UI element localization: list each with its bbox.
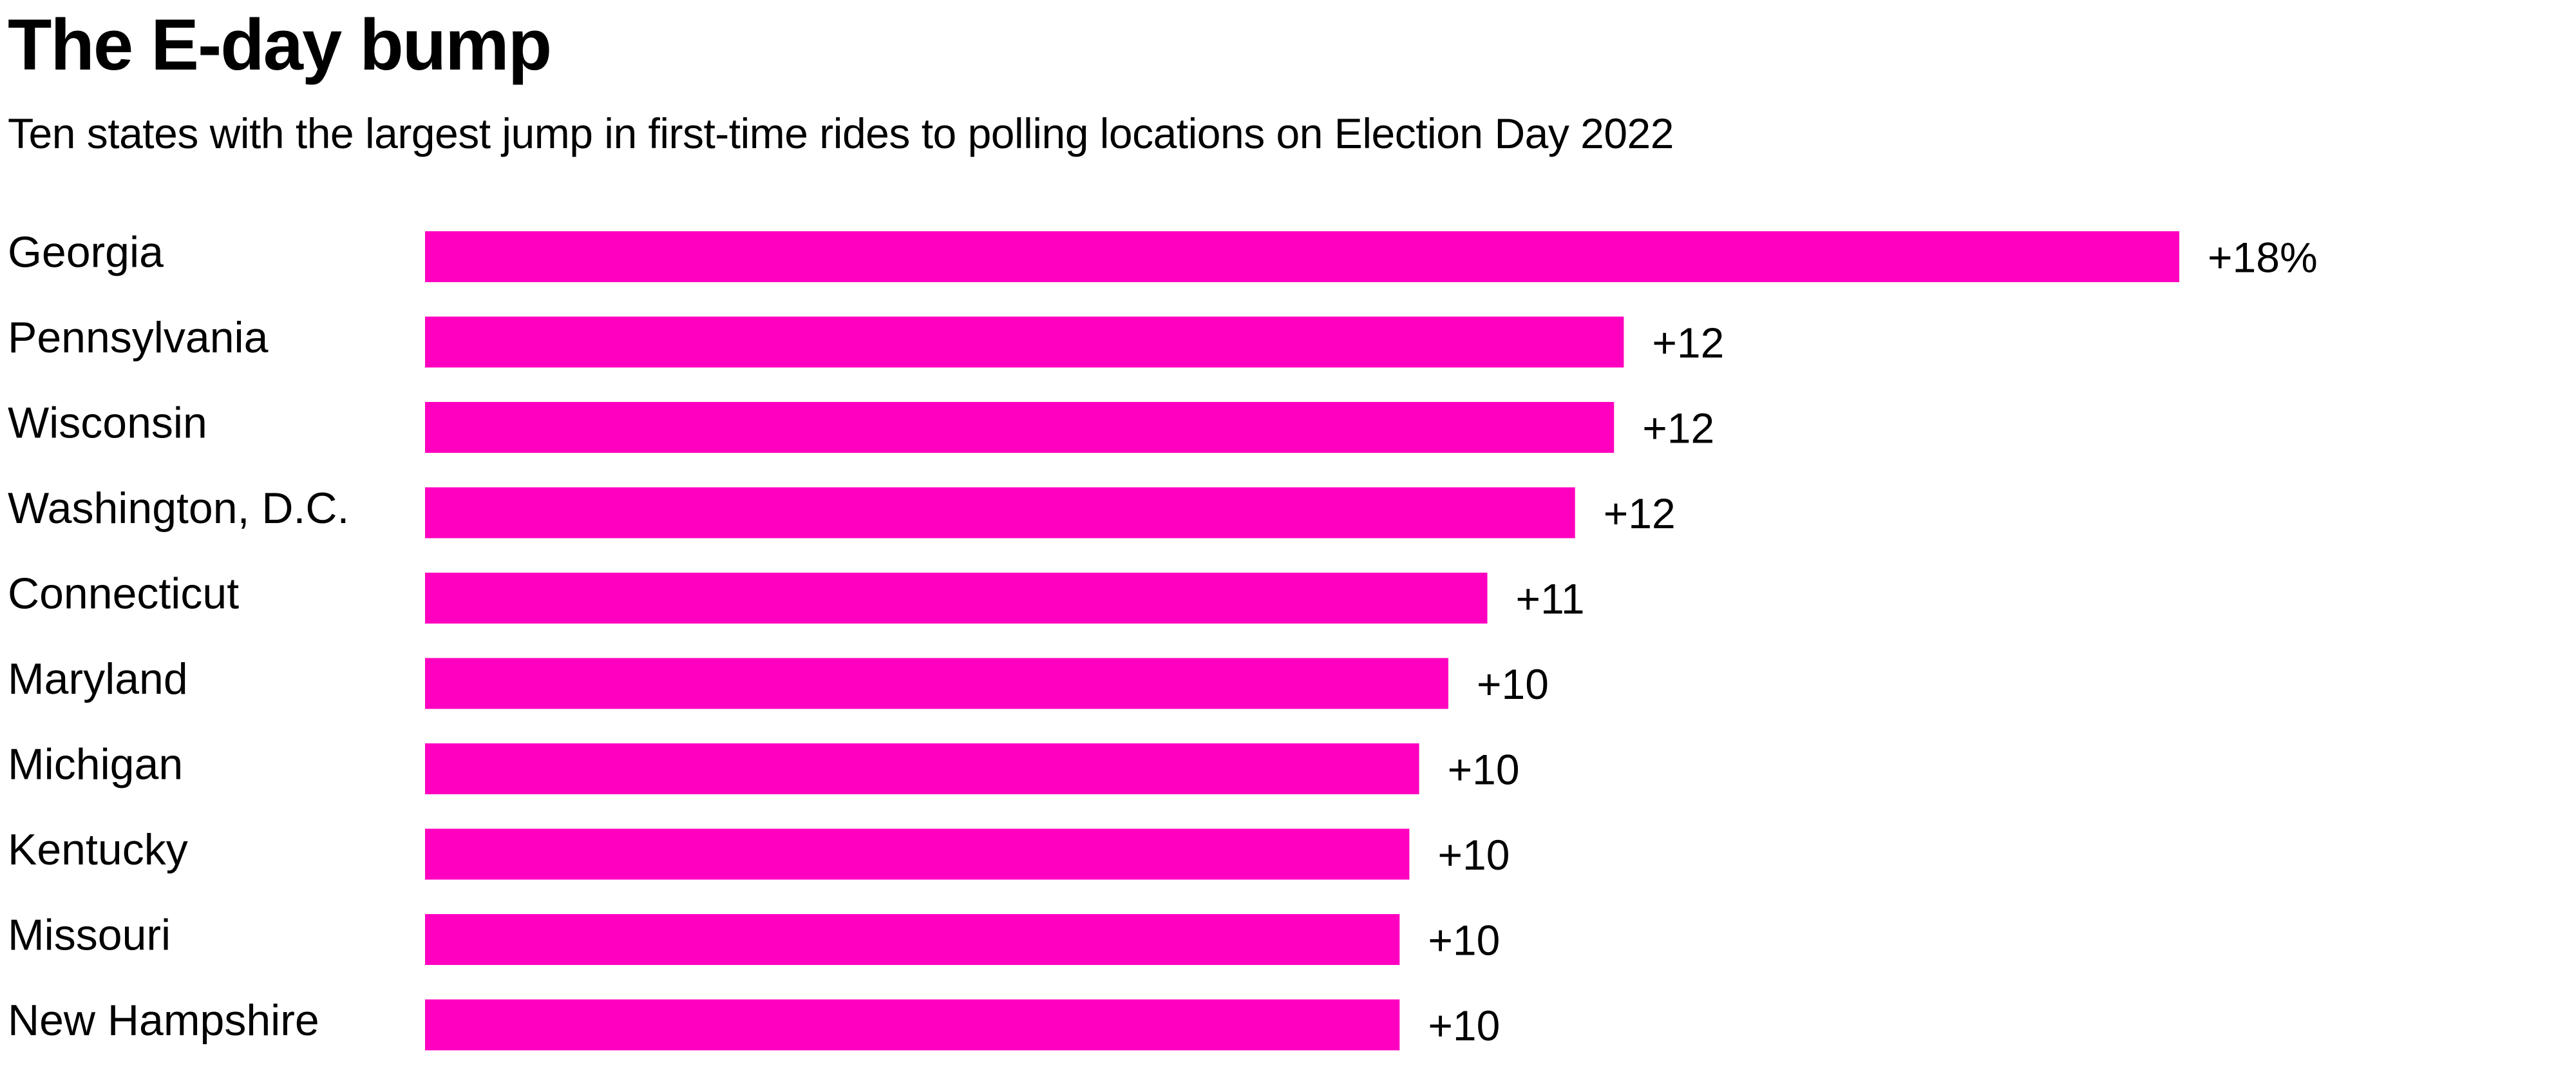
bar (425, 316, 1624, 368)
data-label: +12 (1652, 319, 1724, 367)
category-label: Michigan (8, 740, 183, 789)
bar-row: Missouri +10 (8, 911, 1500, 965)
bar-row: Wisconsin +12 (8, 399, 1714, 453)
category-label: Kentucky (8, 825, 188, 874)
data-label: +12 (1604, 490, 1676, 537)
bar (425, 231, 2179, 282)
bar (425, 487, 1575, 539)
bar (425, 658, 1448, 709)
bar (425, 914, 1400, 965)
bar (425, 402, 1615, 453)
bar-row: Maryland +10 (8, 654, 1549, 709)
data-label: +18% (2208, 234, 2318, 282)
bar-chart: Georgia +18%Pennsylvania +12Wisconsin +12Wa… (8, 228, 2318, 1051)
category-label: New Hampshire (8, 996, 319, 1045)
bar-row: Kentucky +10 (8, 825, 1510, 880)
category-label: Wisconsin (8, 399, 207, 448)
bar-row: Connecticut +11 (8, 569, 1585, 624)
data-label: +10 (1477, 660, 1549, 708)
bar (425, 828, 1410, 880)
data-label: +10 (1448, 746, 1520, 794)
bar-row: Washington, D.C. +12 (8, 484, 1676, 539)
category-label: Washington, D.C. (8, 484, 349, 533)
category-label: Maryland (8, 654, 188, 703)
data-label: +11 (1516, 575, 1585, 623)
bar-row: Pennsylvania +12 (8, 313, 1724, 368)
bar-row: New Hampshire +10 (8, 996, 1500, 1051)
data-label: +10 (1437, 831, 1510, 879)
category-label: Connecticut (8, 569, 239, 618)
data-label: +12 (1642, 405, 1714, 452)
category-label: Georgia (8, 228, 164, 277)
bar (425, 743, 1419, 794)
bar-row: Michigan +10 (8, 740, 1520, 794)
data-label: +10 (1428, 1002, 1500, 1049)
category-label: Pennsylvania (8, 313, 269, 362)
category-label: Missouri (8, 911, 171, 960)
bar (425, 999, 1400, 1051)
bar-row: Georgia +18% (8, 228, 2318, 282)
bar (425, 573, 1488, 624)
data-label: +10 (1428, 917, 1500, 964)
